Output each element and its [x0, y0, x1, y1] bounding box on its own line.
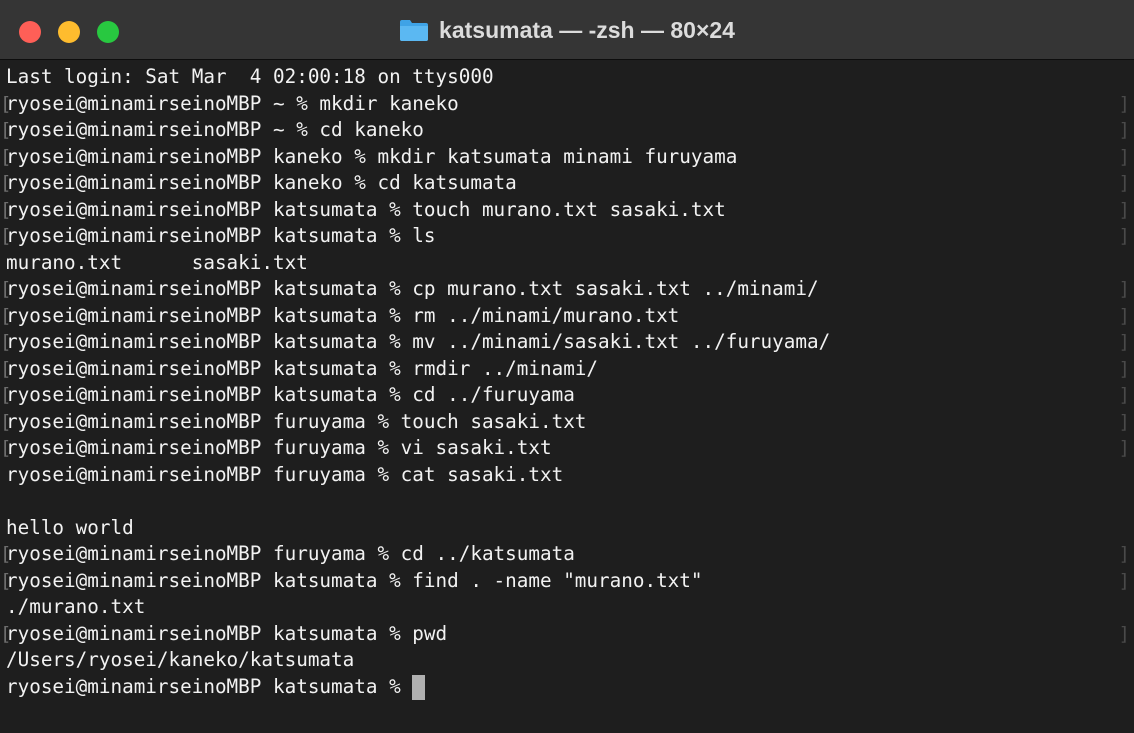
terminal-line: ryosei@minamirseinoMBP katsumata % rm ..…: [6, 303, 680, 327]
terminal-line: ryosei@minamirseinoMBP katsumata % cp mu…: [6, 277, 819, 300]
mark-bracket-right: ]: [1118, 331, 1130, 353]
window-title: katsumata — -zsh — 80×24: [439, 16, 735, 43]
mark-bracket-right: ]: [1118, 172, 1130, 194]
terminal-line: ryosei@minamirseinoMBP katsumata % rmdir…: [6, 356, 599, 380]
mark-bracket-right: ]: [1118, 357, 1130, 380]
terminal-line: murano.txt sasaki.txt: [6, 250, 308, 274]
terminal-line: ryosei@minamirseinoMBP katsumata % ls: [6, 224, 436, 247]
mark-bracket-right: ]: [1118, 543, 1130, 565]
terminal-line: ryosei@minamirseinoMBP kaneko % cd katsu…: [6, 171, 517, 194]
folder-icon: [399, 18, 429, 42]
terminal-line: ryosei@minamirseinoMBP katsumata % mv ..…: [6, 330, 831, 353]
mark-bracket-right: ]: [1118, 119, 1130, 141]
text-cursor: [412, 674, 426, 700]
terminal-line: ryosei@minamirseinoMBP furuyama % touch …: [6, 409, 587, 433]
terminal-line: ryosei@minamirseinoMBP ~ % mkdir kaneko: [6, 91, 459, 115]
mark-bracket-right: ]: [1118, 198, 1130, 221]
mark-bracket-right: ]: [1118, 225, 1130, 247]
mark-bracket-right: ]: [1118, 437, 1130, 459]
mark-bracket-right: ]: [1118, 278, 1130, 300]
terminal-line: ryosei@minamirseinoMBP ~ % cd kaneko: [6, 118, 424, 141]
mark-bracket-right: ]: [1118, 304, 1130, 327]
terminal-output[interactable]: Last login: Sat Mar 4 02:00:18 on ttys00…: [0, 64, 1134, 733]
terminal-line: ryosei@minamirseinoMBP furuyama % vi sas…: [6, 436, 552, 459]
terminal-line: hello world: [6, 515, 134, 539]
terminal-line: ryosei@minamirseinoMBP katsumata % cd ..…: [6, 383, 575, 406]
terminal-line: ryosei@minamirseinoMBP furuyama % cd ../…: [6, 542, 575, 565]
terminal-window: katsumata — -zsh — 80×24 Last login: Sat…: [0, 0, 1134, 733]
terminal-line: /Users/ryosei/kaneko/katsumata: [6, 648, 355, 671]
terminal-line: ryosei@minamirseinoMBP katsumata %: [6, 674, 413, 698]
mark-bracket-right: ]: [1118, 410, 1130, 433]
mark-bracket-right: ]: [1118, 145, 1130, 168]
terminal-line: ryosei@minamirseinoMBP katsumata % find …: [6, 568, 703, 592]
mark-bracket-right: ]: [1118, 92, 1130, 115]
terminal-line: ryosei@minamirseinoMBP furuyama % cat sa…: [6, 462, 564, 486]
terminal-line: ryosei@minamirseinoMBP katsumata % pwd: [6, 621, 448, 645]
title-bar[interactable]: katsumata — -zsh — 80×24: [0, 0, 1134, 60]
mark-bracket-right: ]: [1118, 569, 1130, 592]
terminal-line: Last login: Sat Mar 4 02:00:18 on ttys00…: [6, 65, 494, 88]
window-title-area: katsumata — -zsh — 80×24: [0, 0, 1134, 60]
terminal-line: ./murano.txt: [6, 595, 146, 618]
terminal-line: ryosei@minamirseinoMBP kaneko % mkdir ka…: [6, 144, 738, 168]
terminal-line: ryosei@minamirseinoMBP katsumata % touch…: [6, 197, 726, 221]
mark-bracket-right: ]: [1118, 622, 1130, 645]
mark-bracket-right: ]: [1118, 384, 1130, 406]
